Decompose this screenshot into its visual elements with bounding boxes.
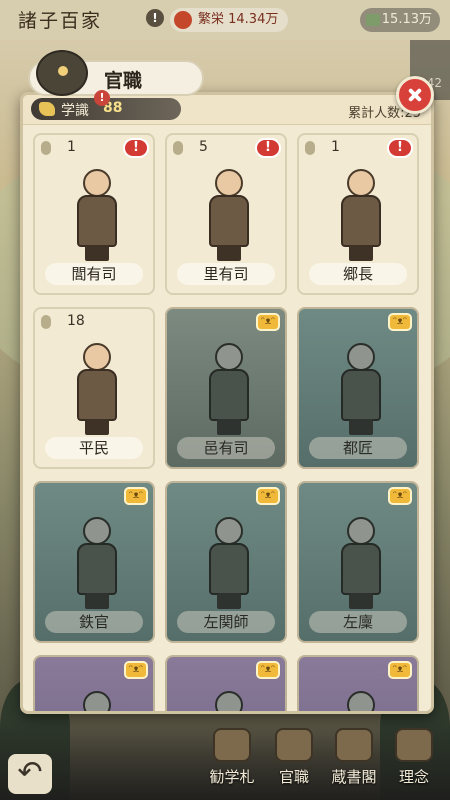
- warning-icon[interactable]: !: [146, 9, 164, 27]
- official-card[interactable]: 18 平民: [33, 307, 155, 469]
- nav-label: 蔵書閣: [331, 768, 377, 786]
- card-count: 1: [331, 139, 340, 155]
- official-figure: [71, 339, 123, 435]
- official-figure: [335, 165, 387, 261]
- official-figure: [71, 687, 123, 711]
- official-figure: [335, 339, 387, 435]
- lock-cat-icon: ᵔᴥᵔ: [124, 661, 148, 679]
- card-name: 閭有司: [45, 263, 143, 285]
- lock-cat-icon: ᵔᴥᵔ: [388, 313, 412, 331]
- alert-bubble-icon: !: [123, 138, 149, 158]
- official-figure: [203, 513, 255, 609]
- officials-tab-header: 官職 !: [28, 50, 204, 106]
- dragon-emblem-icon: [36, 50, 88, 96]
- money-counter[interactable]: 15.13万: [360, 8, 440, 32]
- card-count: 1: [67, 139, 76, 155]
- official-card-locked[interactable]: ᵔᴥᵔ: [297, 655, 419, 711]
- study-label: 学識: [61, 103, 89, 119]
- money-icon: [366, 14, 380, 26]
- card-name: 左廩: [309, 611, 407, 633]
- close-icon[interactable]: [396, 76, 434, 114]
- lock-cat-icon: ᵔᴥᵔ: [388, 487, 412, 505]
- money-value: 15.13万: [381, 12, 432, 27]
- card-name: 平民: [45, 437, 143, 459]
- card-name: 左関師: [177, 611, 275, 633]
- official-card-locked[interactable]: ᵔᴥᵔ 都匠: [297, 307, 419, 469]
- official-card-locked[interactable]: ᵔᴥᵔ 左廩: [297, 481, 419, 643]
- nav-item-officials[interactable]: 官職: [266, 728, 322, 798]
- person-count-icon: [41, 141, 51, 155]
- panel-stats-bar: 学識 88 累計人数:25: [23, 95, 431, 125]
- official-figure: [71, 513, 123, 609]
- officials-panel: 学識 88 累計人数:25 1 ! 閭有司 5 ! 里有司 1 ! 郷長 18 …: [20, 92, 434, 714]
- official-figure: [203, 165, 255, 261]
- person-count-icon: [173, 141, 183, 155]
- nav-item-library[interactable]: 蔵書閣: [326, 728, 382, 798]
- study-icon: [39, 102, 55, 116]
- game-title: 諸子百家: [18, 10, 103, 32]
- bottom-nav: ↶ 勧学札 官職 蔵書閣 理念: [0, 718, 450, 800]
- official-figure: [203, 687, 255, 711]
- nav-label: 勧学札: [209, 768, 255, 786]
- prosperity-counter[interactable]: 繁栄 14.34万: [170, 8, 289, 32]
- card-count: 18: [67, 313, 85, 329]
- card-count: 5: [199, 139, 208, 155]
- official-card-locked[interactable]: ᵔᴥᵔ 左関師: [165, 481, 287, 643]
- lock-cat-icon: ᵔᴥᵔ: [124, 487, 148, 505]
- ideal-icon: [395, 728, 433, 762]
- alert-bubble-icon: !: [387, 138, 413, 158]
- official-figure: [335, 513, 387, 609]
- scroll-icon: [213, 728, 251, 762]
- card-name: 郷長: [309, 263, 407, 285]
- card-name: 里有司: [177, 263, 275, 285]
- official-figure: [71, 165, 123, 261]
- nav-label: 理念: [398, 768, 429, 786]
- lock-cat-icon: ᵔᴥᵔ: [388, 661, 412, 679]
- nav-item-study-card[interactable]: 勧学札: [204, 728, 260, 798]
- official-card-locked[interactable]: ᵔᴥᵔ 邑有司: [165, 307, 287, 469]
- official-figure: [335, 687, 387, 711]
- prosperity-icon: [174, 11, 192, 29]
- nav-label: 官職: [278, 768, 309, 786]
- lock-cat-icon: ᵔᴥᵔ: [256, 487, 280, 505]
- official-icon: [275, 728, 313, 762]
- official-card-locked[interactable]: ᵔᴥᵔ: [33, 655, 155, 711]
- library-icon: [335, 728, 373, 762]
- top-hud: 諸子百家 ! 繁栄 14.34万 15.13万: [0, 0, 450, 40]
- person-count-icon: [41, 315, 51, 329]
- official-card[interactable]: 1 ! 郷長: [297, 133, 419, 295]
- card-name: 鉄官: [45, 611, 143, 633]
- lock-cat-icon: ᵔᴥᵔ: [256, 313, 280, 331]
- prosperity-value: 繁栄 14.34万: [198, 12, 279, 27]
- card-name: 邑有司: [177, 437, 275, 459]
- nav-item-ideals[interactable]: 理念: [386, 728, 442, 798]
- official-card-locked[interactable]: ᵔᴥᵔ: [165, 655, 287, 711]
- lock-cat-icon: ᵔᴥᵔ: [256, 661, 280, 679]
- official-card[interactable]: 1 ! 閭有司: [33, 133, 155, 295]
- tab-alert-icon: !: [94, 90, 110, 106]
- official-card-locked[interactable]: ᵔᴥᵔ 鉄官: [33, 481, 155, 643]
- alert-bubble-icon: !: [255, 138, 281, 158]
- person-count-icon: [305, 141, 315, 155]
- official-figure: [203, 339, 255, 435]
- panel-title: 官職: [104, 70, 143, 92]
- official-card[interactable]: 5 ! 里有司: [165, 133, 287, 295]
- back-arrow-icon[interactable]: ↶: [8, 754, 52, 794]
- card-name: 都匠: [309, 437, 407, 459]
